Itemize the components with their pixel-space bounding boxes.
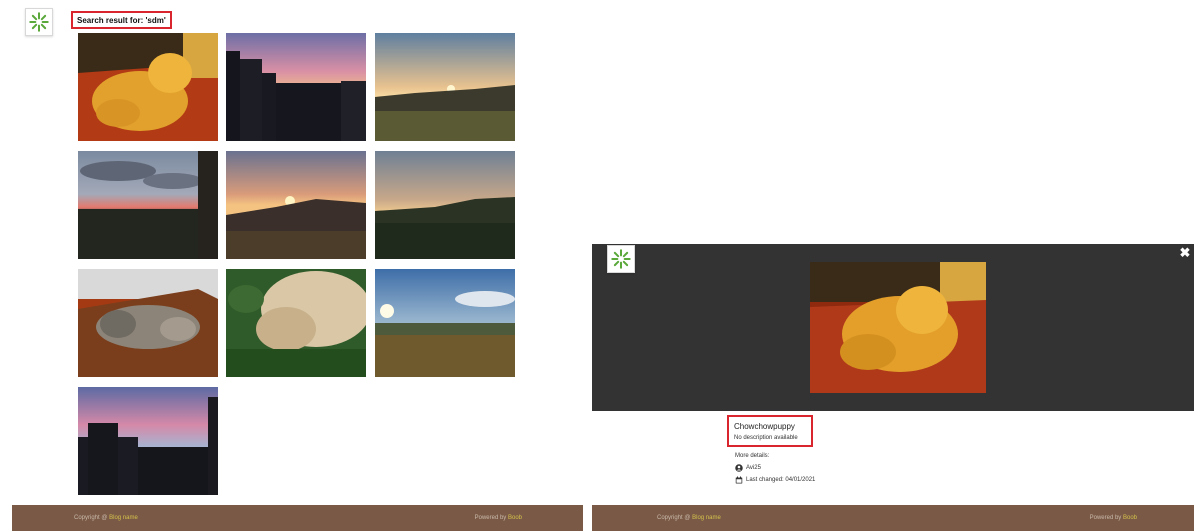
thumbnail-valley-sunset[interactable] bbox=[375, 33, 515, 141]
footer: Copyright @ Blog name Powered by Boob bbox=[12, 505, 583, 531]
thumbnail-dog-on-grass[interactable] bbox=[226, 269, 366, 377]
search-result-heading: Search result for: 'sdm' bbox=[71, 11, 172, 29]
more-details-label: More details: bbox=[735, 453, 770, 459]
thumbnail-chow-chow-dog[interactable] bbox=[78, 33, 218, 141]
site-logo[interactable] bbox=[607, 245, 635, 273]
close-icon[interactable]: ✖ bbox=[1179, 246, 1191, 259]
powered-by-link[interactable]: Boob bbox=[1123, 515, 1137, 521]
author-name: Avi25 bbox=[746, 465, 761, 471]
thumbnail-sun-over-field[interactable] bbox=[375, 269, 515, 377]
photo-large-chow-chow-dog bbox=[810, 262, 986, 393]
photo-viewer: ✖ bbox=[592, 244, 1194, 411]
photo-title: Chowchowpuppy bbox=[734, 422, 795, 431]
blog-name-link[interactable]: Blog name bbox=[692, 515, 721, 521]
powered-by-link[interactable]: Boob bbox=[508, 515, 522, 521]
thumbnail-cloudy-sunset-town[interactable] bbox=[78, 151, 218, 259]
user-icon bbox=[735, 464, 743, 472]
site-logo[interactable] bbox=[25, 8, 53, 36]
photo-viewer-panel: ✖ Chowchowpuppy No description available… bbox=[592, 0, 1194, 531]
photo-description: No description available bbox=[734, 435, 798, 441]
calendar-icon bbox=[735, 476, 743, 484]
blog-name-link[interactable]: Blog name bbox=[109, 515, 138, 521]
powered-by-text: Powered by Boob bbox=[1089, 515, 1137, 521]
copyright-text: Copyright @ Blog name bbox=[74, 515, 138, 521]
last-changed-row: Last changed: 04/01/2021 bbox=[735, 476, 815, 484]
photo-info-box: Chowchowpuppy No description available bbox=[727, 415, 813, 447]
logo-icon bbox=[611, 249, 631, 269]
footer: Copyright @ Blog name Powered by Boob bbox=[592, 505, 1194, 531]
author-row: Avi25 bbox=[735, 464, 761, 472]
thumbnail-dusk-hills[interactable] bbox=[375, 151, 515, 259]
powered-by-text: Powered by Boob bbox=[474, 515, 522, 521]
copyright-text: Copyright @ Blog name bbox=[657, 515, 721, 521]
thumbnail-mountain-sunset[interactable] bbox=[226, 151, 366, 259]
last-changed-date: Last changed: 04/01/2021 bbox=[746, 477, 816, 483]
thumbnail-city-dusk-skyline[interactable] bbox=[78, 387, 218, 495]
search-results-panel: Search result for: 'sdm' Copyright @ Blo… bbox=[0, 0, 583, 531]
thumbnail-city-sunset-buildings[interactable] bbox=[226, 33, 366, 141]
thumbnail-sleeping-cat[interactable] bbox=[78, 269, 218, 377]
logo-icon bbox=[29, 12, 49, 32]
